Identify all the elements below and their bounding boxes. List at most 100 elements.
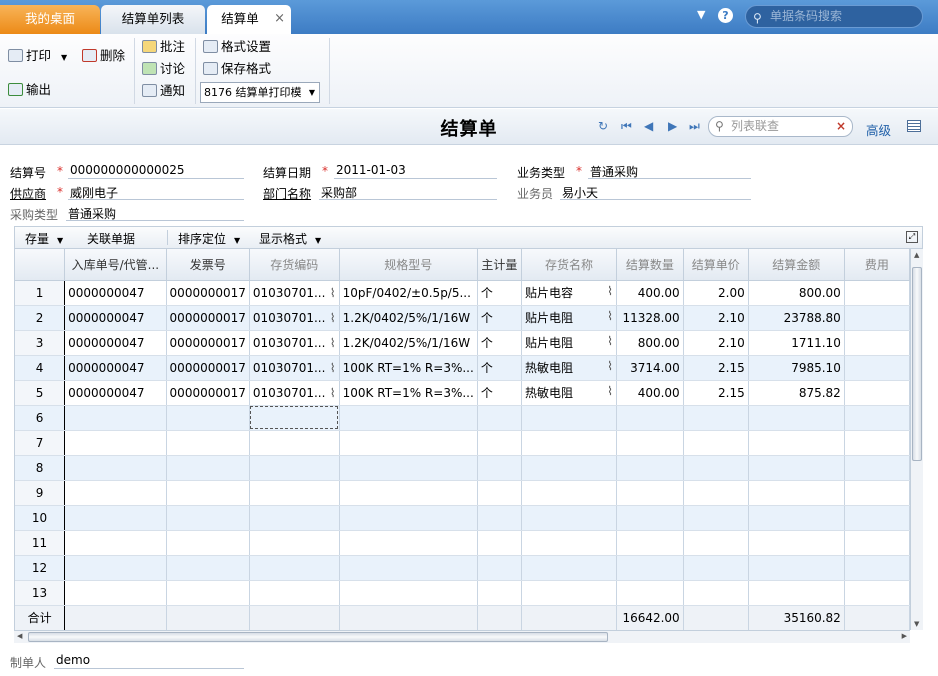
table-cell[interactable] xyxy=(64,405,167,431)
first-record-icon[interactable]: ⏮ xyxy=(621,119,632,134)
chevron-down-icon[interactable]: ▼ xyxy=(697,8,705,21)
table-cell[interactable]: 0000000017 xyxy=(166,380,250,406)
table-cell[interactable] xyxy=(339,405,478,431)
table-cell[interactable] xyxy=(339,505,478,531)
table-cell[interactable] xyxy=(166,405,250,431)
scroll-down-icon[interactable]: ▼ xyxy=(914,620,919,628)
discuss-button[interactable]: 讨论 xyxy=(142,59,185,79)
table-cell[interactable] xyxy=(249,455,340,481)
table-cell[interactable] xyxy=(616,555,684,581)
table-cell[interactable] xyxy=(683,555,749,581)
table-cell[interactable] xyxy=(339,480,478,506)
table-cell[interactable]: 0000000047 xyxy=(64,380,167,406)
scroll-up-icon[interactable]: ▲ xyxy=(914,251,919,259)
barcode-search-input[interactable]: ⚲ 单据条码搜索 xyxy=(745,5,923,28)
table-cell[interactable]: 800.00 xyxy=(616,330,684,356)
table-cell[interactable] xyxy=(477,430,522,456)
table-cell[interactable] xyxy=(748,405,845,431)
advanced-link[interactable]: 高级 xyxy=(866,120,891,139)
table-cell[interactable] xyxy=(616,505,684,531)
table-cell[interactable] xyxy=(477,580,522,606)
purchase-type-field[interactable]: 普通采购 xyxy=(66,205,244,221)
col-fee[interactable]: 费用 xyxy=(844,249,910,281)
table-cell[interactable]: 3714.00 xyxy=(616,355,684,381)
prev-record-icon[interactable]: ◀ xyxy=(644,119,653,133)
col-inbound-no[interactable]: 入库单号/代管... xyxy=(64,249,167,281)
table-cell[interactable] xyxy=(616,530,684,556)
table-cell[interactable]: 1711.10 xyxy=(748,330,845,356)
col-stock-code[interactable]: 存货编码 xyxy=(249,249,340,281)
table-cell[interactable] xyxy=(844,505,910,531)
scroll-thumb[interactable] xyxy=(912,267,922,461)
settle-date-field[interactable]: 2011-01-03 xyxy=(334,163,497,179)
attachment-icon[interactable]: ⌇ xyxy=(607,309,613,323)
table-cell[interactable] xyxy=(166,530,250,556)
table-cell[interactable]: 2.15 xyxy=(683,380,749,406)
table-cell[interactable]: 10pF/0402/±0.5p/5... xyxy=(339,280,478,306)
salesman-field[interactable]: 易小天 xyxy=(560,184,751,200)
attachment-icon[interactable]: ⌇ xyxy=(330,286,336,300)
notify-button[interactable]: 通知 xyxy=(142,81,185,101)
table-cell[interactable]: 0000000017 xyxy=(166,330,250,356)
table-cell[interactable]: 个 xyxy=(477,380,522,406)
table-cell[interactable] xyxy=(339,455,478,481)
table-cell[interactable] xyxy=(748,505,845,531)
table-cell[interactable] xyxy=(166,505,250,531)
table-cell[interactable] xyxy=(844,305,910,331)
dept-field[interactable]: 采购部 xyxy=(319,184,497,200)
sort-locate-button[interactable]: 排序定位 ▼ xyxy=(178,230,240,247)
col-qty[interactable]: 结算数量 xyxy=(616,249,684,281)
table-cell[interactable] xyxy=(844,555,910,581)
table-cell[interactable] xyxy=(64,480,167,506)
table-row[interactable]: 13 xyxy=(15,580,910,606)
table-cell[interactable] xyxy=(844,405,910,431)
table-cell[interactable]: 0000000017 xyxy=(166,280,250,306)
biz-type-field[interactable]: 普通采购 xyxy=(588,163,751,179)
table-cell[interactable] xyxy=(748,480,845,506)
table-cell[interactable] xyxy=(64,530,167,556)
table-cell[interactable]: 热敏电阻 ⌇ xyxy=(521,355,618,381)
table-cell[interactable] xyxy=(844,280,910,306)
table-cell[interactable]: 个 xyxy=(477,305,522,331)
table-cell[interactable] xyxy=(166,430,250,456)
col-amount[interactable]: 结算金额 xyxy=(748,249,845,281)
dept-label[interactable]: 部门名称 xyxy=(263,185,311,202)
table-cell[interactable] xyxy=(844,580,910,606)
refresh-icon[interactable]: ↻ xyxy=(598,119,608,133)
table-cell[interactable] xyxy=(683,405,749,431)
expand-icon[interactable]: ⤢ xyxy=(906,231,918,243)
attachment-icon[interactable]: ⌇ xyxy=(330,386,336,400)
table-cell[interactable] xyxy=(844,380,910,406)
table-cell[interactable]: 800.00 xyxy=(748,280,845,306)
table-cell[interactable]: 0000000017 xyxy=(166,355,250,381)
table-cell[interactable] xyxy=(521,580,618,606)
table-cell[interactable] xyxy=(748,580,845,606)
table-cell[interactable] xyxy=(249,580,340,606)
print-template-select[interactable]: 8176 结算单打印模 ▼ xyxy=(200,82,320,103)
rownum-header[interactable] xyxy=(15,249,66,281)
table-cell[interactable] xyxy=(249,555,340,581)
table-cell[interactable] xyxy=(166,555,250,581)
table-cell[interactable] xyxy=(64,455,167,481)
table-cell[interactable] xyxy=(477,455,522,481)
table-cell[interactable]: 100K RT=1% R=3%... xyxy=(339,355,478,381)
col-invoice-no[interactable]: 发票号 xyxy=(166,249,250,281)
scroll-left-icon[interactable]: ◀ xyxy=(17,632,22,640)
table-cell[interactable] xyxy=(64,505,167,531)
table-cell[interactable] xyxy=(477,505,522,531)
table-cell[interactable]: 贴片电阻 ⌇ xyxy=(521,330,618,356)
table-row[interactable]: 3 0000000047 0000000017 01030701... ⌇ 1.2K/04… xyxy=(15,330,910,356)
table-cell[interactable] xyxy=(616,430,684,456)
table-cell[interactable]: 贴片电容 ⌇ xyxy=(521,280,618,306)
table-cell[interactable]: 1.2K/0402/5%/1/16W xyxy=(339,330,478,356)
table-cell[interactable] xyxy=(249,530,340,556)
table-row[interactable]: 7 xyxy=(15,430,910,456)
table-cell[interactable]: 400.00 xyxy=(616,280,684,306)
table-row[interactable]: 11 xyxy=(15,530,910,556)
table-row[interactable]: 6 xyxy=(15,405,910,431)
table-cell[interactable]: 1.2K/0402/5%/1/16W xyxy=(339,305,478,331)
list-search-input[interactable]: ⚲ 列表联查 × xyxy=(708,116,853,137)
table-cell[interactable] xyxy=(844,330,910,356)
table-cell[interactable]: 个 xyxy=(477,355,522,381)
save-format-button[interactable]: 保存格式 xyxy=(203,59,271,79)
